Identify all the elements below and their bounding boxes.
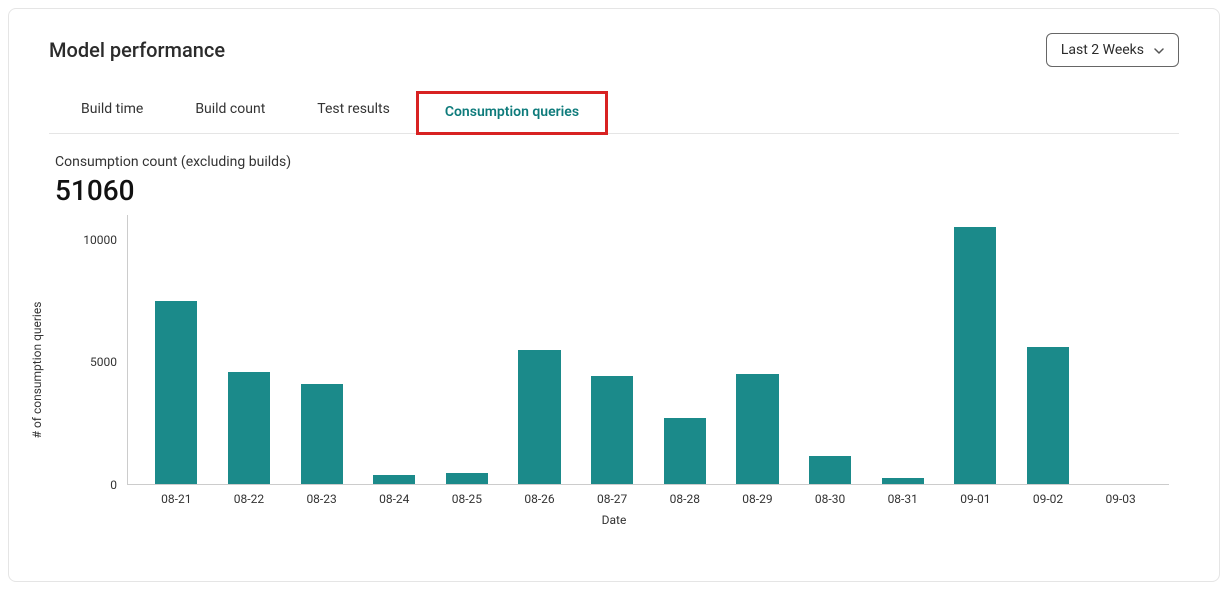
tab-test-results[interactable]: Test results xyxy=(291,91,416,133)
bar-slot: 09-02 xyxy=(1012,215,1085,484)
bar-slot: 08-28 xyxy=(648,215,721,484)
tabs: Build timeBuild countTest resultsConsump… xyxy=(49,91,1179,134)
bar-slot: 08-31 xyxy=(866,215,939,484)
x-tick: 08-22 xyxy=(234,492,264,506)
metric-value: 51060 xyxy=(55,174,1179,207)
bar-slot: 08-30 xyxy=(794,215,867,484)
bar xyxy=(591,376,633,484)
tab-consumption-queries[interactable]: Consumption queries xyxy=(416,91,608,135)
bar xyxy=(736,374,778,484)
x-tick: 09-02 xyxy=(1033,492,1063,506)
y-tick: 5000 xyxy=(73,355,117,369)
x-tick: 08-28 xyxy=(670,492,700,506)
bar-slot: 09-01 xyxy=(939,215,1012,484)
header-row: Model performance Last 2 Weeks xyxy=(49,33,1179,67)
bar-slot: 08-23 xyxy=(285,215,358,484)
bar-slot: 09-03 xyxy=(1084,215,1157,484)
bar-slot: 08-29 xyxy=(721,215,794,484)
bar xyxy=(664,418,706,484)
time-range-dropdown[interactable]: Last 2 Weeks xyxy=(1046,33,1179,67)
bar xyxy=(301,384,343,484)
bar xyxy=(954,227,996,484)
tab-build-time[interactable]: Build time xyxy=(55,91,169,133)
bar xyxy=(373,475,415,484)
dropdown-label: Last 2 Weeks xyxy=(1061,42,1144,58)
bar xyxy=(518,350,560,485)
bar xyxy=(155,301,197,484)
x-tick: 09-01 xyxy=(960,492,990,506)
x-tick: 08-31 xyxy=(888,492,918,506)
y-tick: 10000 xyxy=(73,233,117,247)
x-tick: 08-26 xyxy=(524,492,554,506)
page-title: Model performance xyxy=(49,38,225,62)
plot-area: 08-2108-2208-2308-2408-2508-2608-2708-28… xyxy=(127,215,1169,485)
x-tick: 08-21 xyxy=(161,492,191,506)
y-axis: 0500010000 xyxy=(73,215,123,485)
chart: # of consumption queries 0500010000 08-2… xyxy=(49,215,1179,525)
x-axis-label: Date xyxy=(602,513,627,527)
x-tick: 08-29 xyxy=(742,492,772,506)
bar-slot: 08-25 xyxy=(431,215,504,484)
metric-label: Consumption count (excluding builds) xyxy=(55,154,1179,170)
x-tick: 08-25 xyxy=(452,492,482,506)
x-tick: 08-27 xyxy=(597,492,627,506)
tab-build-count[interactable]: Build count xyxy=(169,91,291,133)
bar-slot: 08-21 xyxy=(140,215,213,484)
x-tick: 09-03 xyxy=(1105,492,1135,506)
x-tick: 08-30 xyxy=(815,492,845,506)
model-performance-card: Model performance Last 2 Weeks Build tim… xyxy=(8,8,1220,582)
bar xyxy=(809,456,851,484)
bar-slot: 08-27 xyxy=(576,215,649,484)
bar xyxy=(882,478,924,484)
bar xyxy=(1027,347,1069,484)
y-tick: 0 xyxy=(73,478,117,492)
x-tick: 08-23 xyxy=(306,492,336,506)
bar-slot: 08-24 xyxy=(358,215,431,484)
chevron-down-icon xyxy=(1154,42,1164,58)
metric-block: Consumption count (excluding builds) 510… xyxy=(55,154,1179,207)
bar xyxy=(446,473,488,484)
bar-slot: 08-22 xyxy=(213,215,286,484)
y-axis-label: # of consumption queries xyxy=(30,302,44,439)
bar-slot: 08-26 xyxy=(503,215,576,484)
x-tick: 08-24 xyxy=(379,492,409,506)
bar xyxy=(228,372,270,484)
